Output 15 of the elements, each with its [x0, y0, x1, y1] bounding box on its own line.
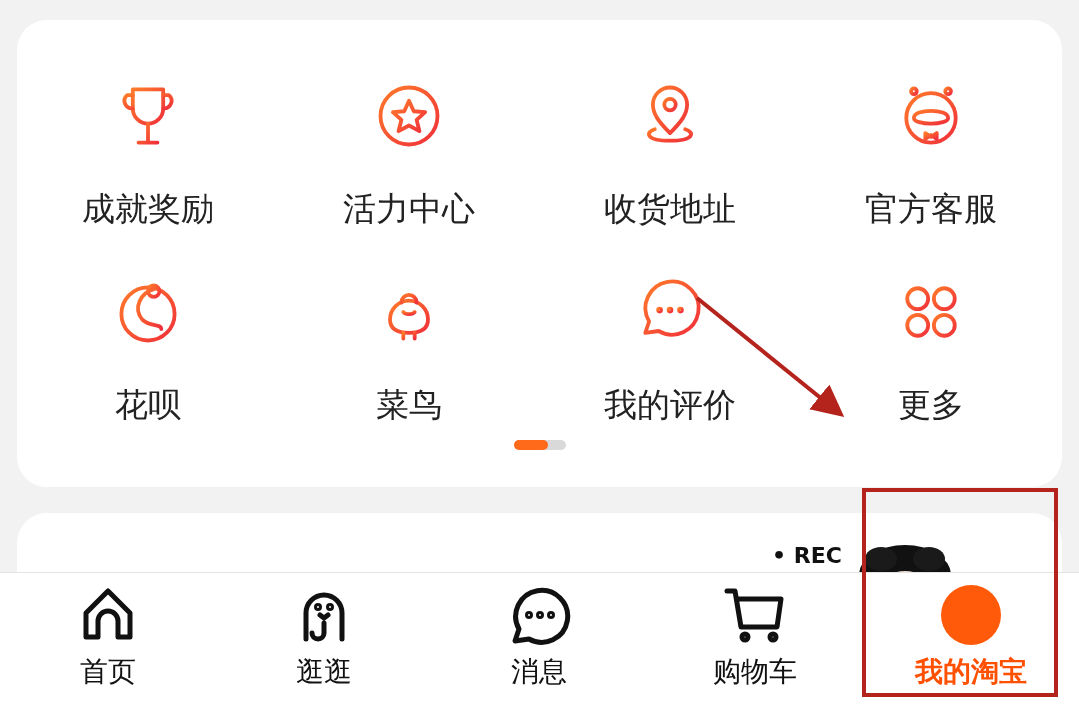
tab[interactable]: 逛逛: [215, 573, 432, 710]
menu-label[interactable]: 活力中心: [343, 188, 475, 230]
avatar-icon: [939, 583, 1004, 647]
rec-label: • REC: [772, 543, 842, 569]
menu-label[interactable]: 成就奖励: [82, 188, 214, 230]
menu-label[interactable]: 更多: [898, 384, 964, 426]
tab[interactable]: 购物车: [647, 573, 864, 710]
page-indicator: [513, 440, 566, 450]
tab[interactable]: 消息: [431, 573, 648, 710]
menu-label[interactable]: 花呗: [115, 384, 181, 426]
menu-label[interactable]: 官方客服: [865, 188, 997, 230]
menu-label[interactable]: 收货地址: [604, 188, 736, 230]
tab[interactable]: 首页: [0, 573, 216, 710]
menu-label[interactable]: 菜鸟: [376, 384, 442, 426]
menu-label[interactable]: 我的评价: [604, 384, 736, 426]
